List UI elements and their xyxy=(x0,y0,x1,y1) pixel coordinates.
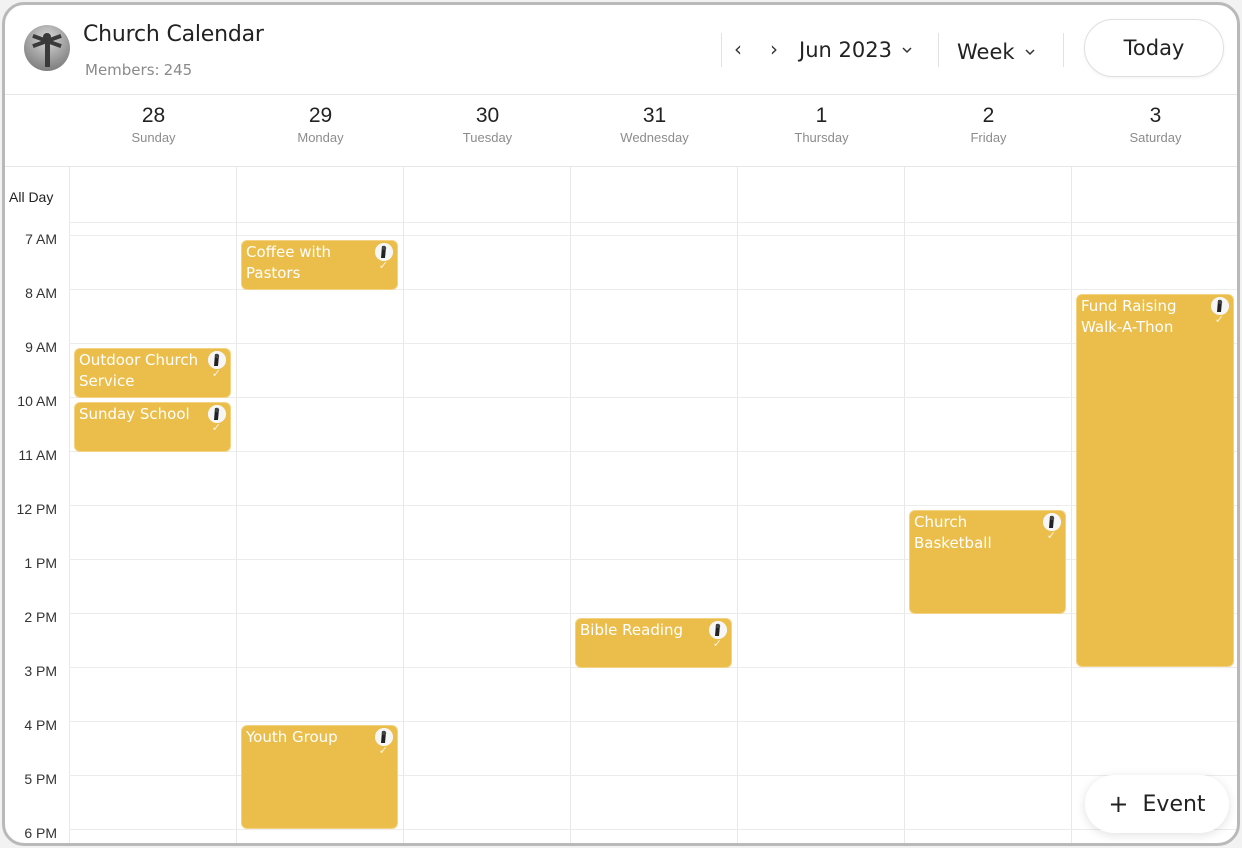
hour-label: 10 AM xyxy=(17,393,57,409)
add-event-label: Event xyxy=(1142,791,1206,817)
check-icon: ✓ xyxy=(1046,530,1056,542)
grid-row-line xyxy=(69,222,1237,223)
chevron-left-icon[interactable]: ‹ xyxy=(725,35,751,63)
day-name: Wednesday xyxy=(620,130,689,145)
grid-column-line xyxy=(904,167,905,843)
chevron-right-icon[interactable]: › xyxy=(761,35,787,63)
hour-label: 9 AM xyxy=(25,339,57,355)
header-divider xyxy=(721,33,722,67)
grid-column-line xyxy=(737,167,738,843)
view-selector[interactable]: Week xyxy=(957,37,1035,67)
grid-row-line xyxy=(69,235,1237,236)
hour-label: 2 PM xyxy=(24,609,57,625)
members-info: Members: 245 xyxy=(85,61,192,79)
day-number: 29 xyxy=(308,104,333,127)
grid-column-line xyxy=(403,167,404,843)
event-card[interactable]: Coffee with Pastors ✓ xyxy=(241,240,398,290)
hour-label: 5 PM xyxy=(24,771,57,787)
today-button[interactable]: Today xyxy=(1084,19,1224,77)
day-number: 30 xyxy=(475,104,500,127)
grid-row-line xyxy=(69,451,1237,452)
day-name: Sunday xyxy=(131,130,176,145)
event-title: Sunday School xyxy=(79,405,190,423)
add-event-button[interactable]: + Event xyxy=(1085,775,1229,833)
members-label: Members: xyxy=(85,61,160,79)
event-title: Coffee with Pastors xyxy=(246,243,332,282)
church-avatar[interactable] xyxy=(24,25,70,71)
hour-label: 6 PM xyxy=(24,825,57,841)
hour-label: 7 AM xyxy=(25,231,57,247)
day-name: Thursday xyxy=(794,130,849,145)
day-header-friday[interactable]: 2 Friday xyxy=(905,95,1072,167)
grid-row-line xyxy=(69,343,1237,344)
check-icon: ✓ xyxy=(378,260,388,272)
day-number: 28 xyxy=(141,104,166,127)
grid-column-line xyxy=(69,167,70,843)
day-number: 31 xyxy=(642,104,667,127)
event-title: Outdoor Church Service xyxy=(79,351,199,390)
day-number: 3 xyxy=(1149,104,1162,127)
month-selector[interactable]: Jun 2023 xyxy=(799,35,912,65)
check-icon: ✓ xyxy=(211,422,221,434)
day-header-monday[interactable]: 29 Monday xyxy=(237,95,404,167)
check-icon: ✓ xyxy=(1214,314,1224,326)
day-header-thursday[interactable]: 1 Thursday xyxy=(738,95,905,167)
chevron-down-icon xyxy=(902,47,912,54)
week-grid[interactable]: All Day 7 AM 8 AM 9 AM 10 AM 11 AM 12 PM… xyxy=(5,167,1237,843)
day-name: Tuesday xyxy=(462,130,513,145)
calendar-window: Church Calendar Members: 245 ‹ › Jun 2023… xyxy=(2,2,1240,846)
day-header-saturday[interactable]: 3 Saturday xyxy=(1072,95,1237,167)
check-icon: ✓ xyxy=(378,745,388,757)
check-icon: ✓ xyxy=(712,638,722,650)
plus-icon: + xyxy=(1108,790,1129,818)
calendar-header: Church Calendar Members: 245 ‹ › Jun 2023… xyxy=(5,5,1237,95)
event-card[interactable]: Sunday School ✓ xyxy=(74,402,231,452)
event-card[interactable]: Youth Group ✓ xyxy=(241,725,398,829)
event-card[interactable]: Fund Raising Walk-A-Thon ✓ xyxy=(1076,294,1234,667)
check-icon: ✓ xyxy=(211,368,221,380)
day-header-row: 28 Sunday 29 Monday 30 Tuesday 31 Wednes… xyxy=(5,95,1237,167)
view-label: Week xyxy=(957,40,1015,64)
hour-label: 11 AM xyxy=(18,447,57,463)
grid-row-line xyxy=(69,505,1237,506)
event-card[interactable]: Outdoor Church Service ✓ xyxy=(74,348,231,398)
members-count: 245 xyxy=(163,61,193,79)
calendar-title: Church Calendar xyxy=(83,22,264,47)
all-day-label: All Day xyxy=(9,189,54,205)
grid-row-line xyxy=(69,613,1237,614)
day-number: 1 xyxy=(815,104,828,127)
header-divider xyxy=(1063,33,1064,67)
day-name: Friday xyxy=(970,130,1007,145)
day-header-tuesday[interactable]: 30 Tuesday xyxy=(404,95,571,167)
grid-row-line xyxy=(69,829,1237,830)
day-header-sunday[interactable]: 28 Sunday xyxy=(70,95,237,167)
hour-label: 12 PM xyxy=(16,501,57,517)
hour-label: 8 AM xyxy=(25,285,57,301)
grid-column-line xyxy=(570,167,571,843)
hour-label: 3 PM xyxy=(24,663,57,679)
hour-label: 4 PM xyxy=(24,717,57,733)
grid-row-line xyxy=(69,721,1237,722)
chevron-down-icon xyxy=(1025,49,1035,56)
event-card[interactable]: Bible Reading ✓ xyxy=(575,618,732,668)
event-title: Fund Raising Walk-A-Thon xyxy=(1081,297,1177,336)
header-divider xyxy=(938,33,939,67)
event-title: Church Basketball xyxy=(914,513,992,552)
day-number: 2 xyxy=(982,104,995,127)
event-title: Bible Reading xyxy=(580,621,684,639)
month-label: Jun 2023 xyxy=(799,38,892,62)
day-name: Monday xyxy=(297,130,344,145)
event-card[interactable]: Church Basketball ✓ xyxy=(909,510,1066,614)
grid-row-line xyxy=(69,397,1237,398)
grid-column-line xyxy=(1071,167,1072,843)
day-header-wednesday[interactable]: 31 Wednesday xyxy=(571,95,738,167)
hour-label: 1 PM xyxy=(24,555,57,571)
day-name: Saturday xyxy=(1129,130,1182,145)
grid-column-line xyxy=(236,167,237,843)
event-title: Youth Group xyxy=(246,728,338,746)
